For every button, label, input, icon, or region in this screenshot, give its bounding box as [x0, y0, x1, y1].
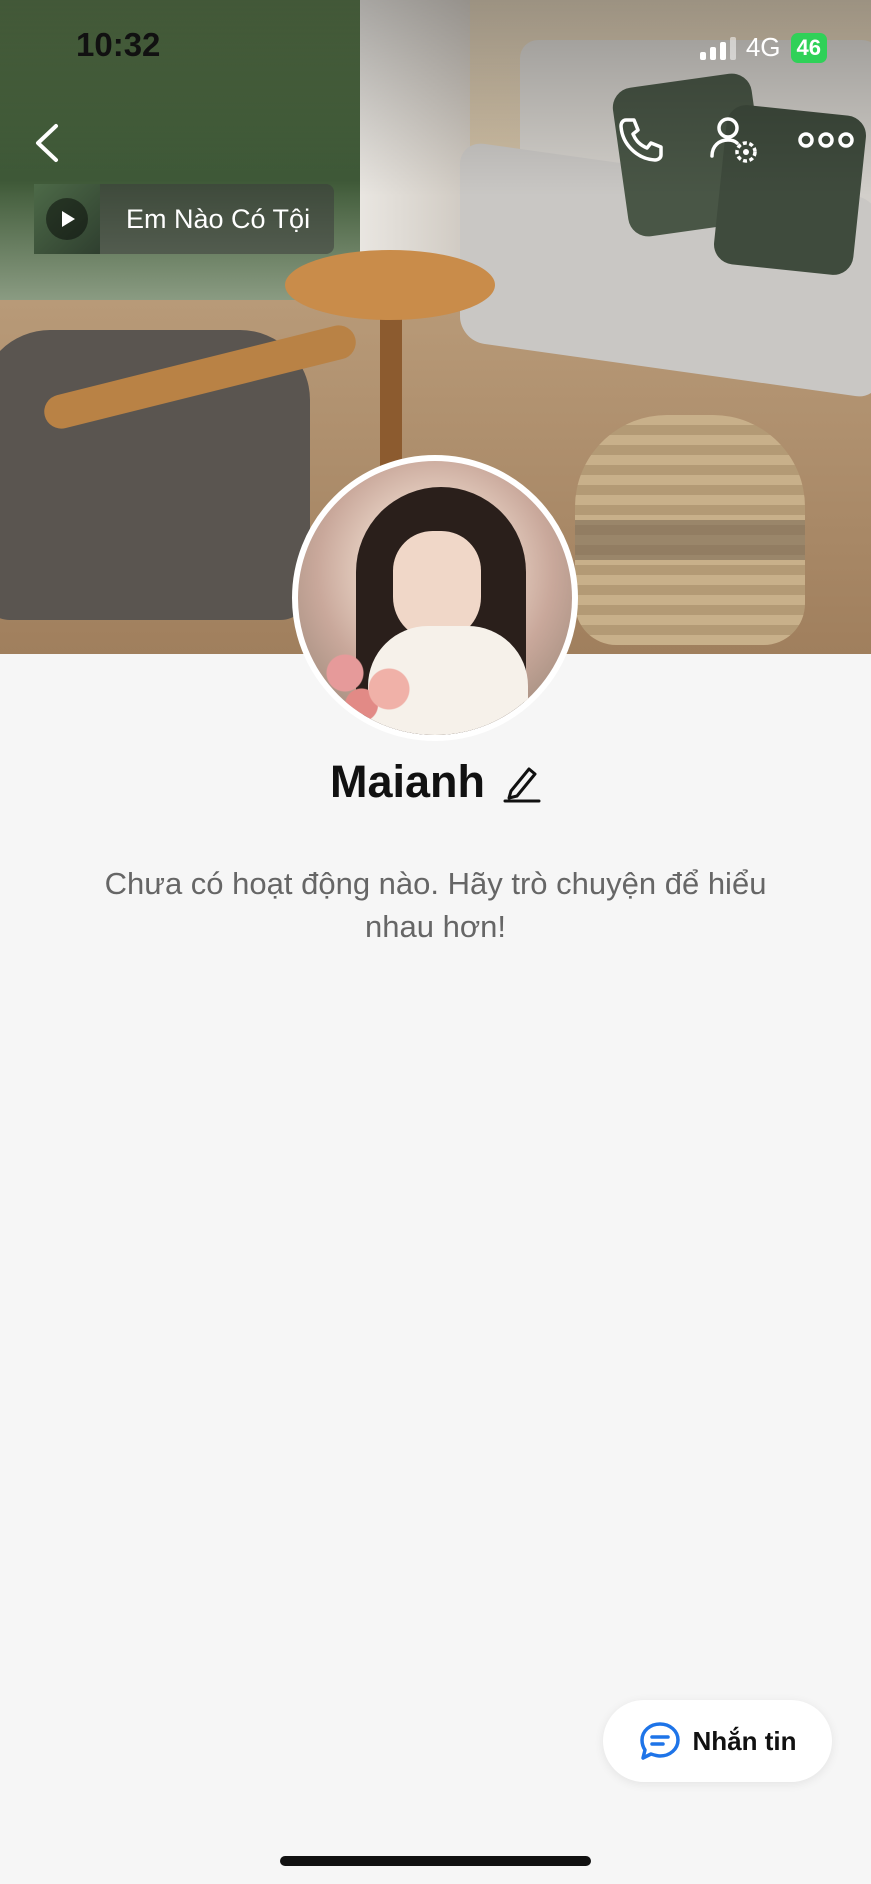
- message-icon: [639, 1722, 680, 1760]
- more-icon[interactable]: [798, 112, 854, 168]
- signal-icon: [699, 36, 736, 60]
- message-button-label: Nhắn tin: [692, 1725, 797, 1756]
- avatar[interactable]: [292, 455, 578, 741]
- back-icon[interactable]: [28, 118, 68, 168]
- profile-name: Maianh: [329, 756, 486, 807]
- home-indicator[interactable]: [280, 1856, 591, 1866]
- message-button[interactable]: Nhắn tin: [603, 1700, 832, 1782]
- play-icon[interactable]: [46, 198, 88, 240]
- empty-activity-message: Chưa có hoạt động nào. Hãy trò chuyện để…: [104, 866, 767, 944]
- music-title: Em Nào Có Tội: [126, 203, 311, 234]
- status-indicators: 4G 46: [699, 32, 827, 63]
- music-thumbnail: [34, 184, 100, 254]
- edit-icon[interactable]: [503, 761, 541, 803]
- profile-music-chip[interactable]: Em Nào Có Tội: [34, 184, 334, 254]
- battery-level: 46: [790, 32, 827, 63]
- call-icon[interactable]: [612, 112, 668, 168]
- profile-name-row: Maianh: [0, 756, 871, 808]
- network-type: 4G: [745, 32, 781, 62]
- profile-settings-icon[interactable]: [706, 112, 762, 168]
- status-time: 10:32: [76, 26, 161, 63]
